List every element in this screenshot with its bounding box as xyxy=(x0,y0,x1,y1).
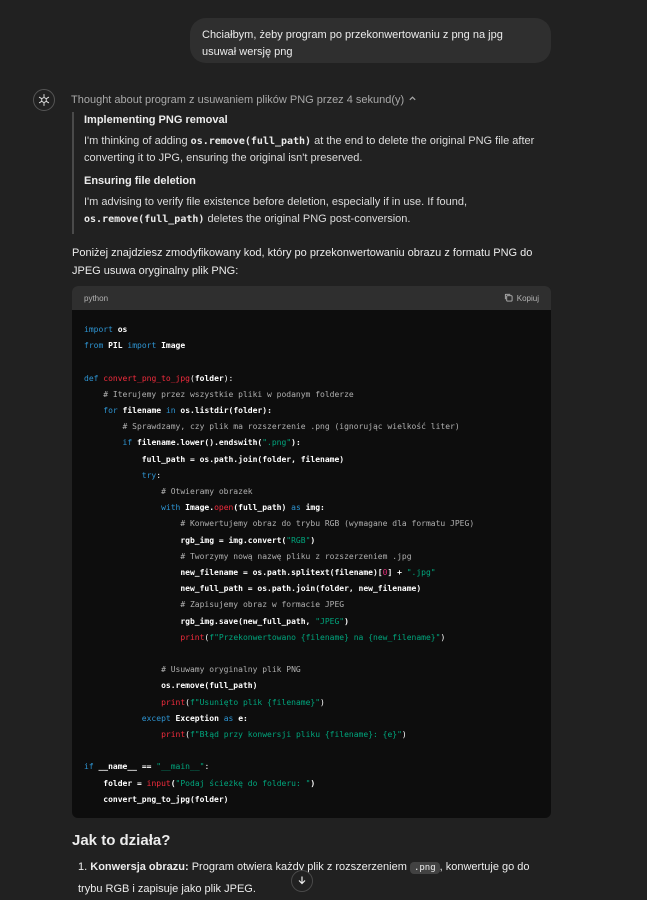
user-message-bubble: Chciałbym, żeby program po przekonwertow… xyxy=(190,18,551,63)
list-number: 1. xyxy=(78,861,88,873)
thought-section-text: I'm advising to verify file existence be… xyxy=(84,196,468,225)
inline-code: os.remove(full_path) xyxy=(84,214,205,225)
intro-paragraph: Poniżej znajdziesz zmodyfikowany kod, kt… xyxy=(72,247,533,277)
openai-logo-icon xyxy=(33,89,55,111)
arrow-down-icon xyxy=(297,875,307,888)
thought-toggle[interactable]: Thought about program z usuwaniem plików… xyxy=(71,94,417,106)
copy-button[interactable]: Kopiuj xyxy=(504,293,539,304)
code-language-label: python xyxy=(84,293,109,303)
thought-section-text: I'm thinking of adding os.remove(full_pa… xyxy=(84,135,535,164)
code-content: import os from PIL import Image def conv… xyxy=(84,325,475,804)
scroll-down-button[interactable] xyxy=(291,870,313,892)
thought-section-title: Ensuring file deletion xyxy=(84,175,196,187)
section-heading: Jak to działa? xyxy=(72,832,171,849)
user-message-text: Chciałbym, żeby program po przekonwertow… xyxy=(202,29,503,58)
copy-label: Kopiuj xyxy=(516,293,539,303)
inline-code: os.remove(full_path) xyxy=(190,136,312,147)
thought-content: Implementing PNG removal I'm thinking of… xyxy=(72,112,542,234)
inline-code: .png xyxy=(409,862,440,874)
copy-icon xyxy=(504,293,513,304)
list-item: 1. Konwersja obrazu: Program otwiera każ… xyxy=(78,861,530,895)
list-item-title: Konwersja obrazu: xyxy=(90,861,189,873)
thought-header-text: Thought about program z usuwaniem plików… xyxy=(71,94,405,106)
code-block: python Kopiuj import os from PIL import … xyxy=(72,286,551,818)
chevron-up-icon xyxy=(408,94,417,106)
thought-section-title: Implementing PNG removal xyxy=(84,114,228,126)
code-block-header: python Kopiuj xyxy=(72,286,551,310)
